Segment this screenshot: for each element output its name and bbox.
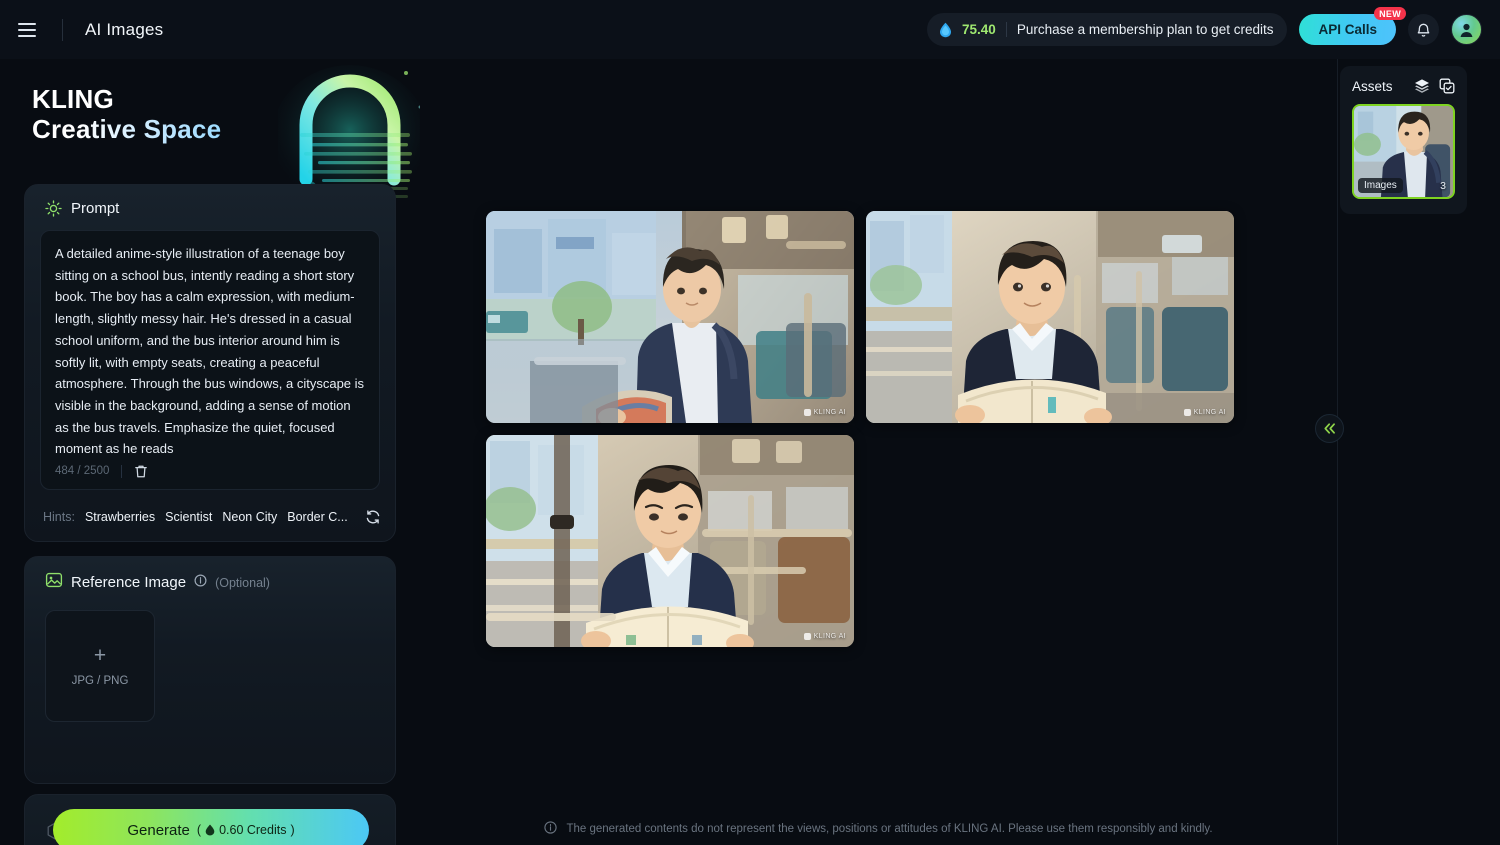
results-canvas: KLING AI KLING AI KLING AI The generated…	[420, 59, 1337, 845]
image-placeholder-icon	[45, 571, 63, 594]
hamburger-menu-icon[interactable]	[18, 18, 42, 42]
trash-icon[interactable]	[134, 464, 148, 479]
double-chevron-left-icon[interactable]	[1315, 414, 1344, 443]
character-counter: 484 / 2500	[55, 465, 110, 477]
prompt-footer: 484 / 2500	[41, 453, 379, 489]
assets-header: Assets	[1352, 78, 1455, 94]
membership-message[interactable]: Purchase a membership plan to get credit…	[1017, 22, 1274, 37]
generate-label: Generate	[127, 821, 190, 839]
disclaimer: The generated contents do not represent …	[420, 821, 1337, 837]
credits-value: 75.40	[962, 22, 996, 37]
watermark-logo-icon	[1183, 409, 1191, 416]
cost-value: 0.60 Credits	[219, 823, 287, 837]
hints-label: Hints:	[43, 510, 75, 524]
watermark: KLING AI	[1183, 409, 1226, 416]
assets-actions	[1414, 78, 1455, 94]
generate-button[interactable]: Generate ( 0.60 Credits )	[53, 809, 369, 845]
assets-panel: Assets Images 3	[1340, 66, 1467, 214]
header-actions: 75.40 Purchase a membership plan to get …	[927, 0, 1482, 59]
reference-image-header: Reference Image (Optional)	[25, 557, 395, 594]
generate-bar: Generate ( 0.60 Credits ) Itemized Bills	[24, 794, 396, 845]
credits-pill[interactable]: 75.40 Purchase a membership plan to get …	[927, 13, 1288, 46]
sparkle-sun-icon	[45, 200, 62, 217]
watermark-logo-icon	[803, 633, 811, 640]
prompt-header: Prompt	[25, 185, 395, 217]
water-drop-icon	[939, 22, 952, 38]
notification-bell-icon[interactable]	[1408, 14, 1439, 45]
brand-line-2: Creative Space	[32, 113, 222, 144]
api-calls-wrapper: API Calls NEW	[1299, 7, 1406, 45]
generate-cost: ( 0.60 Credits )	[197, 823, 295, 837]
left-control-panel: KLING Creative Space Prompt A detailed a…	[0, 59, 420, 845]
multi-select-icon[interactable]	[1439, 78, 1455, 94]
refresh-icon[interactable]	[365, 509, 381, 525]
prompt-panel: Prompt A detailed anime-style illustrati…	[24, 184, 396, 542]
brand-logo: KLING Creative Space	[32, 84, 222, 145]
reference-image-title: Reference Image	[71, 574, 187, 591]
generated-image-1[interactable]: KLING AI	[486, 211, 854, 423]
info-circle-icon	[544, 821, 558, 837]
prompt-text: A detailed anime-style illustration of a…	[55, 246, 368, 457]
page-title: AI Images	[85, 19, 164, 39]
watermark-text: KLING AI	[1193, 409, 1226, 416]
water-drop-icon	[205, 824, 215, 836]
upload-formats-label: JPG / PNG	[71, 675, 129, 687]
hint-chip-2[interactable]: Neon City	[222, 510, 277, 524]
app-root: AI Images 75.40 Purchase a membership pl…	[0, 0, 1500, 845]
watermark-logo-icon	[803, 409, 811, 416]
results-grid: KLING AI KLING AI KLING AI	[486, 211, 1246, 647]
reference-image-panel: Reference Image (Optional) + JPG / PNG	[24, 556, 396, 784]
header-divider	[62, 18, 63, 41]
layers-icon[interactable]	[1414, 78, 1430, 94]
new-badge: NEW	[1374, 7, 1406, 20]
asset-thumbnail[interactable]: Images 3	[1352, 104, 1455, 199]
generated-image-2[interactable]: KLING AI	[866, 211, 1234, 423]
generated-image-3[interactable]: KLING AI	[486, 435, 854, 647]
hint-chip-1[interactable]: Scientist	[165, 510, 212, 524]
disclaimer-text: The generated contents do not represent …	[566, 823, 1213, 835]
assets-title: Assets	[1352, 78, 1393, 94]
hints-row: Hints: Strawberries Scientist Neon City …	[43, 509, 381, 525]
hint-chip-0[interactable]: Strawberries	[85, 510, 155, 524]
hint-chip-3[interactable]: Border C...	[287, 510, 347, 524]
user-avatar-icon[interactable]	[1451, 14, 1482, 45]
footer-divider	[121, 464, 123, 478]
cost-paren-close: )	[290, 823, 295, 837]
watermark: KLING AI	[803, 409, 846, 416]
upload-image-button[interactable]: + JPG / PNG	[45, 610, 155, 722]
watermark-text: KLING AI	[813, 633, 846, 640]
credits-divider	[1005, 22, 1007, 37]
prompt-textarea[interactable]: A detailed anime-style illustration of a…	[40, 230, 380, 490]
brand-line-1: KLING	[32, 84, 114, 114]
plus-icon: +	[93, 644, 107, 667]
prompt-title: Prompt	[71, 200, 120, 217]
panel-divider	[1337, 59, 1338, 845]
cost-paren-open: (	[196, 823, 202, 837]
watermark-text: KLING AI	[813, 409, 846, 416]
top-bar: AI Images 75.40 Purchase a membership pl…	[0, 0, 1500, 59]
asset-count: 3	[1440, 180, 1446, 192]
watermark: KLING AI	[803, 633, 846, 640]
info-circle-icon[interactable]	[194, 573, 207, 592]
asset-type-label: Images	[1358, 178, 1403, 193]
optional-label: (Optional)	[215, 575, 270, 590]
